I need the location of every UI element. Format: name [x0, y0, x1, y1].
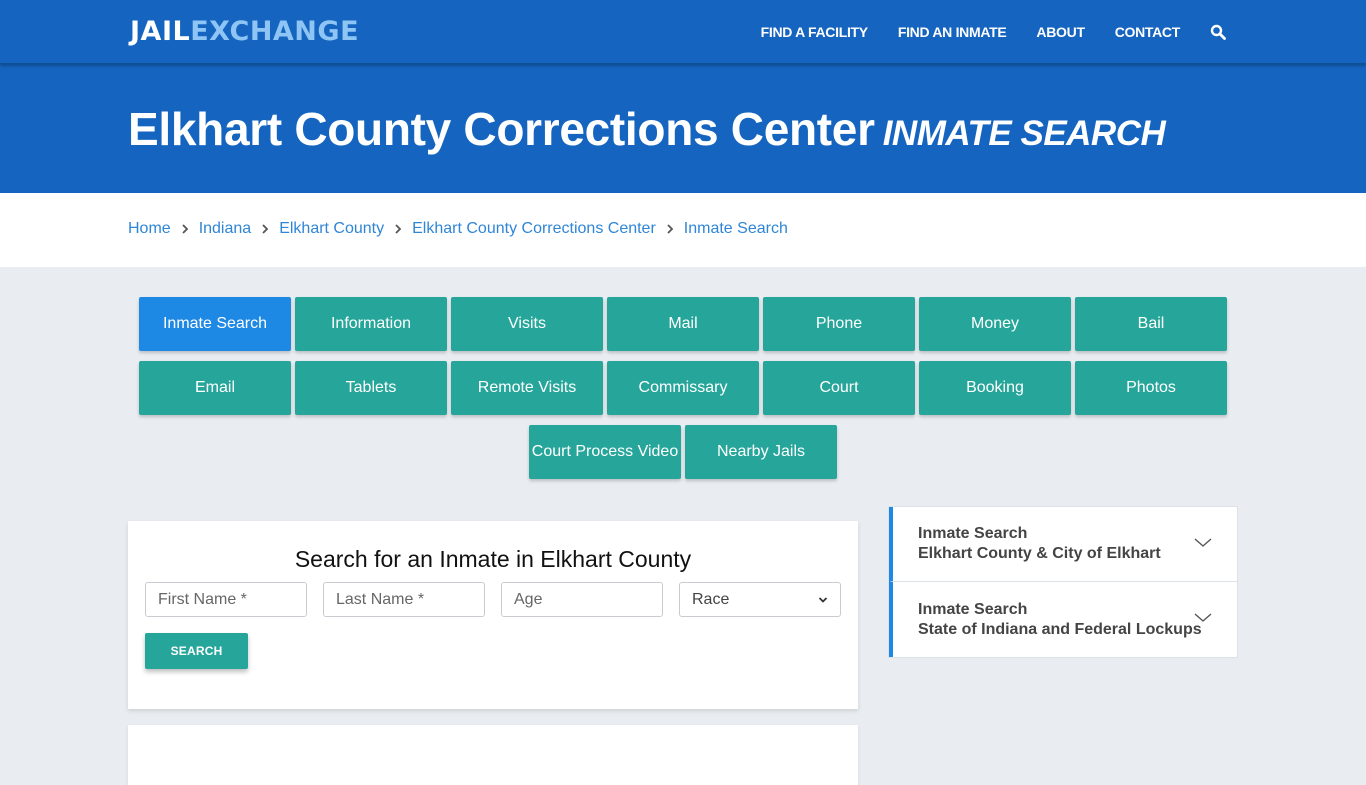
breadcrumb: Home Indiana Elkhart County Elkhart Coun… — [128, 220, 788, 238]
age-input[interactable]: Age — [501, 582, 663, 617]
accordion-item-elkhart-county[interactable]: Inmate Search Elkhart County & City of E… — [889, 507, 1237, 582]
race-selected-value: Race — [692, 590, 730, 608]
accordion-item-subtitle: State of Indiana and Federal Lockups — [918, 620, 1202, 638]
tile-inmate-search[interactable]: Inmate Search — [139, 297, 291, 351]
tile-nearby-jails[interactable]: Nearby Jails — [685, 425, 837, 479]
tile-photos[interactable]: Photos — [1075, 361, 1227, 415]
search-button[interactable]: SEARCH — [145, 633, 248, 669]
breadcrumb-home[interactable]: Home — [128, 220, 171, 238]
age-placeholder: Age — [514, 590, 543, 608]
chevron-down-icon — [818, 596, 828, 603]
accordion-item-subtitle: Elkhart County & City of Elkhart — [918, 545, 1161, 562]
race-select[interactable]: Race — [679, 582, 841, 617]
breadcrumb-inmate-search[interactable]: Inmate Search — [684, 220, 788, 238]
chevron-down-icon[interactable] — [1194, 537, 1212, 549]
page-title: Elkhart County Corrections Center INMATE … — [128, 102, 1166, 156]
tile-phone[interactable]: Phone — [763, 297, 915, 351]
content-card — [128, 725, 858, 785]
breadcrumb-bar: Home Indiana Elkhart County Elkhart Coun… — [0, 193, 1366, 267]
chevron-down-icon[interactable] — [1194, 612, 1212, 624]
first-name-input[interactable]: First Name * — [145, 582, 307, 617]
sidebar-accordion: Inmate Search Elkhart County & City of E… — [888, 506, 1238, 658]
hero-banner: Elkhart County Corrections Center INMATE … — [0, 64, 1366, 193]
page-title-main: Elkhart County Corrections Center — [128, 103, 875, 155]
nav-about[interactable]: ABOUT — [1036, 24, 1085, 40]
accordion-item-title: Inmate Search — [918, 525, 1028, 542]
breadcrumb-corrections-center[interactable]: Elkhart County Corrections Center — [412, 220, 656, 238]
tile-visits[interactable]: Visits — [451, 297, 603, 351]
nav-find-an-inmate[interactable]: FIND AN INMATE — [898, 24, 1007, 40]
first-name-placeholder: First Name * — [158, 590, 247, 608]
accordion-item-title: Inmate Search — [918, 600, 1028, 618]
chevron-right-icon — [667, 224, 674, 234]
search-card-title: Search for an Inmate in Elkhart County — [294, 546, 692, 572]
last-name-placeholder: Last Name * — [336, 590, 425, 608]
tile-bail[interactable]: Bail — [1075, 297, 1227, 351]
tile-commissary[interactable]: Commissary — [607, 361, 759, 415]
main-nav: FIND A FACILITY FIND AN INMATE ABOUT CON… — [731, 0, 1226, 64]
search-icon[interactable] — [1210, 24, 1226, 40]
nav-find-a-facility[interactable]: FIND A FACILITY — [761, 24, 869, 40]
breadcrumb-elkhart-county[interactable]: Elkhart County — [279, 220, 384, 238]
inmate-search-card: Search for an Inmate in Elkhart County F… — [128, 521, 858, 709]
page-title-subtitle: INMATE SEARCH — [882, 114, 1166, 153]
chevron-right-icon — [182, 224, 188, 234]
breadcrumb-indiana[interactable]: Indiana — [199, 220, 252, 238]
logo-text-exchange: EXCHANGE — [190, 16, 360, 47]
top-navbar: JAILEXCHANGE FIND A FACILITY FIND AN INM… — [0, 0, 1366, 64]
tile-remote-visits[interactable]: Remote Visits — [451, 361, 603, 415]
tile-court[interactable]: Court — [763, 361, 915, 415]
accordion-item-state-federal[interactable]: Inmate Search State of Indiana and Feder… — [889, 582, 1237, 657]
tile-information[interactable]: Information — [295, 297, 447, 351]
section-nav-tiles: Inmate Search Information Visits Mail Ph… — [137, 297, 1229, 489]
chevron-right-icon — [395, 224, 402, 234]
tile-court-process-video[interactable]: Court Process Video — [529, 425, 681, 479]
chevron-right-icon — [262, 224, 269, 234]
tile-mail[interactable]: Mail — [607, 297, 759, 351]
tile-tablets[interactable]: Tablets — [295, 361, 447, 415]
tile-booking[interactable]: Booking — [919, 361, 1071, 415]
last-name-input[interactable]: Last Name * — [323, 582, 485, 617]
tile-email[interactable]: Email — [139, 361, 291, 415]
logo-text-jail: JAIL — [130, 16, 191, 47]
nav-contact[interactable]: CONTACT — [1115, 24, 1181, 40]
site-logo[interactable]: JAILEXCHANGE — [130, 16, 359, 47]
tile-money[interactable]: Money — [919, 297, 1071, 351]
